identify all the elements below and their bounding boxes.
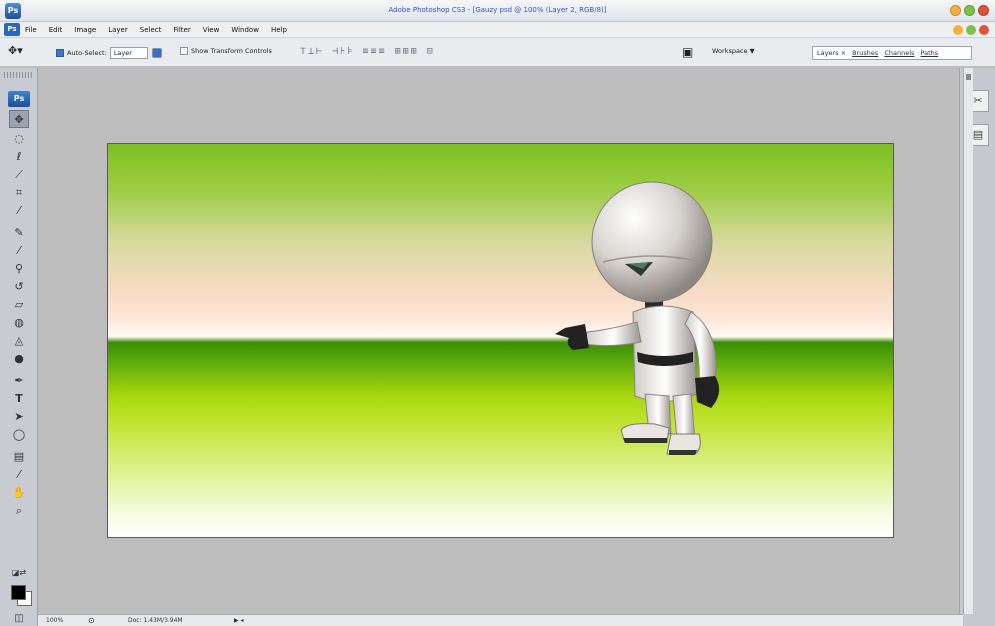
workspace-button[interactable]: Workspace ▼ bbox=[712, 47, 755, 55]
vertical-scrollbar[interactable] bbox=[963, 68, 973, 614]
show-transform-checkbox[interactable] bbox=[180, 47, 188, 55]
palette-tab-layers[interactable]: Layers bbox=[817, 49, 839, 57]
auto-select-option: Auto-Select: Layer bbox=[56, 47, 165, 59]
hand-tool-icon[interactable]: ✋ bbox=[9, 484, 29, 502]
zoom-level[interactable]: 100% bbox=[46, 615, 63, 626]
menu-bar: Ps File Edit Image Layer Select Filter V… bbox=[0, 22, 995, 38]
show-transform-label: Show Transform Controls bbox=[191, 47, 272, 55]
maximize-icon[interactable] bbox=[964, 5, 975, 16]
path-selection-tool-icon[interactable]: ➤ bbox=[9, 408, 29, 426]
menu-filter[interactable]: Filter bbox=[173, 26, 190, 34]
foreground-color-swatch[interactable] bbox=[11, 585, 26, 600]
show-transform-option: Show Transform Controls bbox=[180, 47, 272, 55]
swap-colors-icon[interactable]: ◪⇄ bbox=[9, 564, 29, 582]
file-browser-icon[interactable]: ▣ bbox=[682, 45, 693, 59]
title-bar: Ps Adobe Photoshop CS3 - [Gauzy psd @ 10… bbox=[0, 0, 995, 22]
minimize-icon[interactable] bbox=[950, 5, 961, 16]
brush-tool-icon[interactable]: ⁄ bbox=[9, 242, 29, 260]
panel-grip[interactable] bbox=[4, 72, 34, 78]
quick-mask-icon[interactable]: ◫ bbox=[9, 610, 29, 626]
crop-tool-icon[interactable]: ⌗ bbox=[9, 184, 29, 202]
pen-tool-icon[interactable]: ✒ bbox=[9, 372, 29, 390]
shape-tool-icon[interactable]: ◯ bbox=[9, 426, 29, 444]
slice-tool-icon[interactable]: ⁄ bbox=[9, 202, 29, 220]
marquee-tool-icon[interactable]: ◌ bbox=[9, 130, 29, 148]
menu-window[interactable]: Window bbox=[231, 26, 259, 34]
status-arrow-icon[interactable]: ▶ ◂ bbox=[234, 615, 244, 626]
auto-select-dropdown[interactable]: Layer bbox=[109, 47, 148, 59]
move-tool-icon[interactable]: ✥ bbox=[9, 110, 29, 128]
eyedropper-tool-icon[interactable]: ⁄ bbox=[9, 466, 29, 484]
menu-view[interactable]: View bbox=[203, 26, 220, 34]
palette-tab-paths[interactable]: Paths bbox=[921, 49, 939, 57]
auto-select-checkbox[interactable] bbox=[56, 49, 64, 57]
menu-layer[interactable]: Layer bbox=[108, 26, 128, 34]
robot-character-image bbox=[555, 181, 720, 455]
menu-select[interactable]: Select bbox=[140, 26, 162, 34]
menu-file[interactable]: File bbox=[25, 26, 37, 34]
doc-minimize-icon[interactable] bbox=[953, 25, 963, 35]
clone-stamp-tool-icon[interactable]: ⚲ bbox=[9, 260, 29, 278]
window-title: Adobe Photoshop CS3 - [Gauzy psd @ 100% … bbox=[388, 6, 607, 14]
eraser-tool-icon[interactable]: ▱ bbox=[9, 296, 29, 314]
close-icon[interactable] bbox=[978, 5, 989, 16]
document-canvas[interactable] bbox=[107, 143, 894, 538]
dropdown-arrow-icon[interactable] bbox=[151, 48, 162, 58]
menu-edit[interactable]: Edit bbox=[49, 26, 63, 34]
palette-tab-brushes[interactable]: Brushes bbox=[852, 49, 878, 57]
menu-help[interactable]: Help bbox=[271, 26, 287, 34]
gradient-tool-icon[interactable]: ◍ bbox=[9, 314, 29, 332]
status-menu-icon[interactable]: ⊙ bbox=[88, 615, 95, 626]
doc-size-info: Doc: 1.43M/3.94M bbox=[128, 617, 183, 624]
zoom-tool-icon[interactable]: ⌕ bbox=[9, 502, 29, 520]
palette-tab-channels[interactable]: Channels bbox=[884, 49, 914, 57]
photoshop-logo[interactable]: Ps bbox=[8, 91, 30, 107]
document-icon[interactable]: Ps bbox=[4, 23, 20, 36]
type-tool-icon[interactable]: T bbox=[9, 390, 29, 408]
options-bar: ✥▾ Auto-Select: Layer Show Transform Con… bbox=[0, 38, 995, 67]
window-controls bbox=[950, 5, 989, 16]
menu-image[interactable]: Image bbox=[74, 26, 96, 34]
doc-restore-icon[interactable] bbox=[966, 25, 976, 35]
tools-panel: Ps ✥ ◌ ℓ ⟋ ⌗ ⁄ ✎ ⁄ ⚲ ↺ ▱ ◍ ◬ ● ✒ T ➤ ◯ ▤… bbox=[0, 68, 38, 626]
dodge-tool-icon[interactable]: ● bbox=[9, 350, 29, 368]
magic-wand-tool-icon[interactable]: ⟋ bbox=[9, 166, 29, 184]
lasso-tool-icon[interactable]: ℓ bbox=[9, 148, 29, 166]
notes-tool-icon[interactable]: ▤ bbox=[9, 448, 29, 466]
doc-close-icon[interactable] bbox=[979, 25, 989, 35]
blur-tool-icon[interactable]: ◬ bbox=[9, 332, 29, 350]
align-buttons-icon[interactable]: ⊤⊥⊢ ⊣⊦⊧ ≡≡≡ ⊞⊞⊞ ⊟ bbox=[300, 46, 435, 57]
auto-select-label: Auto-Select: bbox=[67, 49, 107, 57]
status-bar: 100% ⊙ Doc: 1.43M/3.94M ▶ ◂ bbox=[38, 614, 963, 626]
healing-brush-tool-icon[interactable]: ✎ bbox=[9, 224, 29, 242]
move-tool-preset-icon[interactable]: ✥▾ bbox=[8, 44, 23, 57]
palette-well: Layers × Brushes Channels Paths bbox=[812, 46, 972, 60]
document-controls bbox=[953, 25, 989, 35]
history-brush-tool-icon[interactable]: ↺ bbox=[9, 278, 29, 296]
